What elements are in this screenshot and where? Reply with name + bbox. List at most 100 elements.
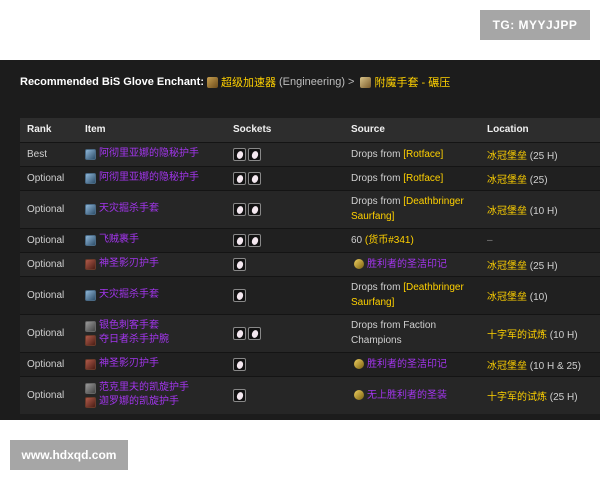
separator: > xyxy=(348,76,355,88)
item-link[interactable]: 神圣影刃护手 xyxy=(85,357,219,371)
glove-icon xyxy=(85,172,96,184)
glove2-icon xyxy=(85,334,96,346)
glove-icon xyxy=(85,289,96,301)
location-link[interactable]: 冰冠堡垒 xyxy=(487,361,527,372)
location-cell: 冰冠堡垒 (10 H & 25) xyxy=(480,351,600,376)
item-link[interactable]: 范克里夫的凯旋护手 xyxy=(85,381,219,395)
table-row: Optional 银色刺客手套 夺日者杀手护腕 Drops from Faction … xyxy=(20,313,600,352)
item-cell: 天灾掘杀手套 xyxy=(78,275,226,314)
location-cell: 冰冠堡垒 (25 H) xyxy=(480,251,600,276)
header-rank: Rank xyxy=(20,118,78,142)
watermark-top: TG: MYYJJPP xyxy=(480,10,590,40)
header-source: Source xyxy=(344,118,480,142)
sockets-cell xyxy=(226,227,344,252)
sockets-cell xyxy=(226,313,344,352)
wrench-icon xyxy=(206,76,218,88)
location-difficulty: (10 H) xyxy=(547,329,578,341)
item-name: 阿彻里亚娜的隐秘护手 xyxy=(99,172,199,183)
watermark-bottom: www.hdxqd.com xyxy=(10,440,128,470)
item-link[interactable]: 夺日者杀手护腕 xyxy=(85,333,219,347)
glove2-icon xyxy=(85,258,96,270)
currency-link[interactable]: 无上胜利者的圣装 xyxy=(367,390,447,401)
location-link[interactable]: 冰冠堡垒 xyxy=(487,206,527,217)
table-row: Optional 阿彻里亚娜的隐秘护手 Drops from [Rotface] 冰冠… xyxy=(20,165,600,190)
item-name: 迦罗娜的凯旋护手 xyxy=(99,396,179,408)
location-difficulty: (25 H) xyxy=(547,391,578,403)
item-link[interactable]: 天灾掘杀手套 xyxy=(85,202,219,216)
location-cell: 冰冠堡垒 (25) xyxy=(480,165,600,190)
recommended-enchant-link[interactable]: 附魔手套 - 碾压 xyxy=(374,74,450,90)
source-text: Drops from xyxy=(351,148,404,160)
sockets-cell xyxy=(226,189,344,228)
source-text: Drops from xyxy=(351,282,404,293)
socket-icon xyxy=(233,257,246,271)
item-link[interactable]: 神圣影刃护手 xyxy=(85,257,219,271)
location-cell: 十字军的试炼 (10 H) xyxy=(480,313,600,352)
recommended-item-link[interactable]: 超级加速器 xyxy=(221,74,276,90)
header-location: Location xyxy=(480,118,600,142)
boss-link[interactable]: [Rotface] xyxy=(403,173,443,184)
location-link[interactable]: 冰冠堡垒 xyxy=(487,151,527,162)
item-link[interactable]: 阿彻里亚娜的隐秘护手 xyxy=(85,147,219,161)
boss-link[interactable]: [Rotface] xyxy=(403,149,443,160)
source-text: 60 xyxy=(351,234,365,246)
emblem-icon xyxy=(354,258,364,269)
table-header: Rank Item Sockets Source Location xyxy=(20,118,600,142)
table-row: Optional 天灾掘杀手套 Drops from [Deathbringer S… xyxy=(20,275,600,314)
socket-icon xyxy=(248,326,261,340)
location-link[interactable]: 冰冠堡垒 xyxy=(487,261,527,272)
table-row: Optional 天灾掘杀手套 Drops from [Deathbringer S… xyxy=(20,189,600,228)
rank-cell: Optional xyxy=(20,351,78,376)
socket-icon xyxy=(233,233,246,247)
socket-icon xyxy=(248,233,261,247)
location-link[interactable]: 十字军的试炼 xyxy=(487,392,547,403)
socket-icon xyxy=(233,288,246,302)
source-cell: Drops from [Deathbringer Saurfang] xyxy=(344,275,480,314)
item-cell: 天灾掘杀手套 xyxy=(78,189,226,228)
glove2-icon xyxy=(85,396,96,408)
bis-table: Rank Item Sockets Source Location Best 阿彻… xyxy=(20,118,600,414)
location-difficulty: (25 H) xyxy=(527,150,558,162)
socket-icon xyxy=(248,202,261,216)
table-row: Optional 神圣影刃护手 胜利者的圣洁印记 冰冠堡垒 (10 H & 25) xyxy=(20,351,600,376)
location-link[interactable]: 十字军的试炼 xyxy=(487,330,547,341)
item-name: 夺日者杀手护腕 xyxy=(99,334,169,345)
item-link[interactable]: 飞贼裹手 xyxy=(85,233,219,247)
location-difficulty: (25) xyxy=(527,174,548,186)
socket-icon xyxy=(233,357,246,371)
location-link[interactable]: 冰冠堡垒 xyxy=(487,292,527,303)
profession-label: (Engineering) xyxy=(278,76,346,88)
emblem-icon xyxy=(354,390,364,401)
source-cell: 无上胜利者的圣装 xyxy=(344,375,480,414)
item-link[interactable]: 迦罗娜的凯旋护手 xyxy=(85,395,219,409)
item-link[interactable]: 阿彻里亚娜的隐秘护手 xyxy=(85,171,219,185)
currency-link[interactable]: 胜利者的圣洁印记 xyxy=(367,359,447,370)
item-cell: 神圣影刃护手 xyxy=(78,251,226,276)
recommendation-line: Recommended BiS Glove Enchant: 超级加速器 (En… xyxy=(20,74,450,90)
header-item: Item xyxy=(78,118,226,142)
location-cell: 十字军的试炼 (25 H) xyxy=(480,375,600,414)
item-link[interactable]: 银色刺客手套 xyxy=(85,319,219,333)
sockets-cell xyxy=(226,275,344,314)
location-link[interactable]: 冰冠堡垒 xyxy=(487,175,527,186)
source-cell: 胜利者的圣洁印记 xyxy=(344,251,480,276)
item-link[interactable]: 天灾掘杀手套 xyxy=(85,288,219,302)
source-cell: Drops from [Deathbringer Saurfang] xyxy=(344,189,480,228)
rank-cell: Optional xyxy=(20,251,78,276)
socket-icon xyxy=(233,147,246,161)
item-cell: 范克里夫的凯旋护手 迦罗娜的凯旋护手 xyxy=(78,375,226,414)
source-text: Drops from Faction Champions xyxy=(351,320,437,346)
item-name: 天灾掘杀手套 xyxy=(99,203,159,214)
socket-icon xyxy=(248,147,261,161)
sockets-cell xyxy=(226,141,344,166)
item-name: 神圣影刃护手 xyxy=(99,258,159,269)
sockets-cell xyxy=(226,351,344,376)
location-difficulty: (10) xyxy=(527,291,548,303)
socket-icon xyxy=(233,326,246,340)
currency-link[interactable]: (货币#341) xyxy=(365,235,414,246)
socket-icon xyxy=(233,202,246,216)
location-cell: 冰冠堡垒 (10 H) xyxy=(480,189,600,228)
item-name: 阿彻里亚娜的隐秘护手 xyxy=(99,148,199,159)
currency-link[interactable]: 胜利者的圣洁印记 xyxy=(367,259,447,270)
item-name: 银色刺客手套 xyxy=(99,320,159,331)
